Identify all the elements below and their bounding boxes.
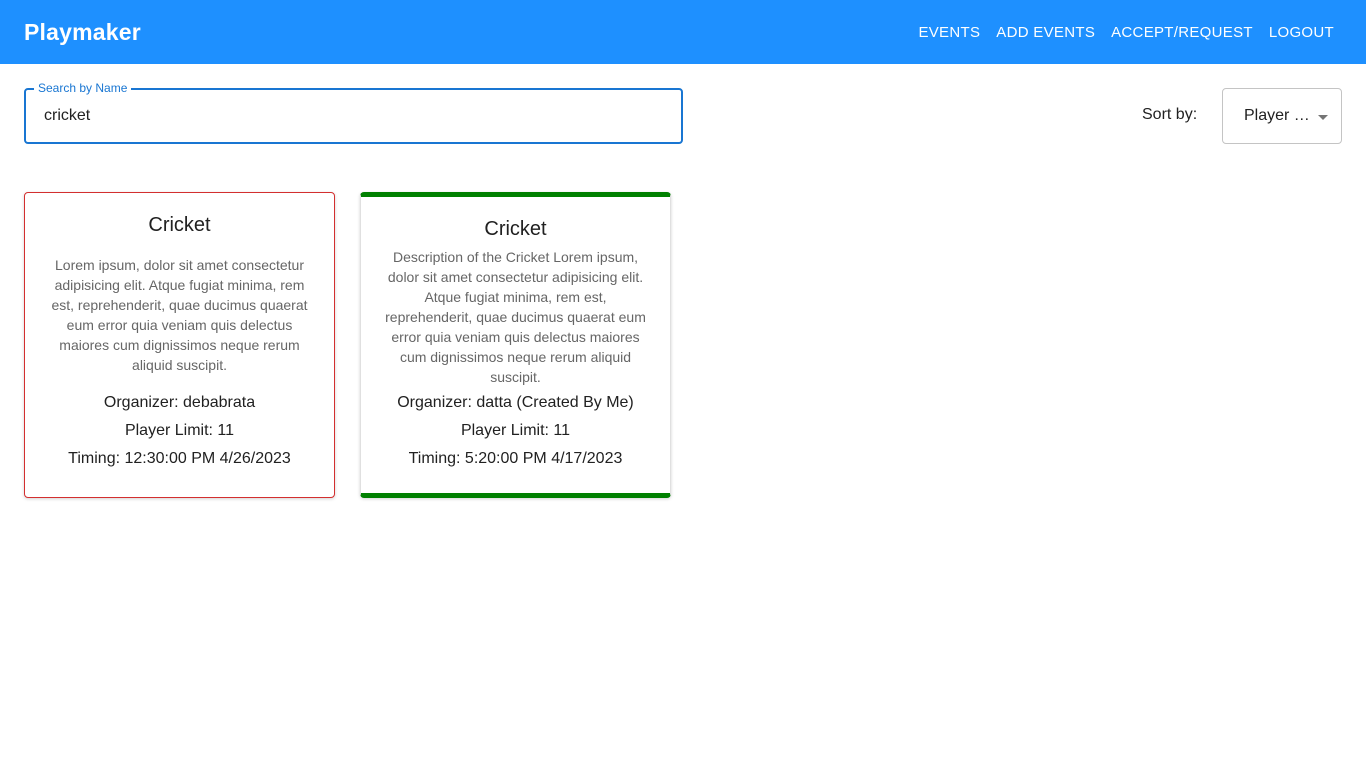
event-title: Cricket bbox=[148, 214, 211, 236]
nav-events[interactable]: EVENTS bbox=[910, 18, 988, 47]
nav-accept-request[interactable]: ACCEPT/REQUEST bbox=[1103, 18, 1261, 47]
event-timing: Timing: 12:30:00 PM 4/26/2023 bbox=[68, 450, 291, 467]
event-details: Organizer: datta (Created By Me) Player … bbox=[361, 389, 670, 473]
event-card[interactable]: Cricket Description of the Cricket Lorem… bbox=[360, 192, 671, 498]
event-player-limit: Player Limit: 11 bbox=[124, 422, 235, 439]
dropdown-arrow-icon bbox=[1318, 115, 1328, 120]
search-input[interactable] bbox=[44, 104, 644, 128]
search-field: Search by Name bbox=[24, 80, 683, 144]
search-label: Search by Name bbox=[34, 80, 132, 96]
event-description: Lorem ipsum, dolor sit amet consectetur … bbox=[51, 257, 308, 373]
event-timing: Timing: 5:20:00 PM 4/17/2023 bbox=[408, 450, 623, 467]
event-organizer: Organizer: datta (Created By Me) bbox=[397, 394, 634, 411]
app-title[interactable]: Playmaker bbox=[24, 19, 141, 46]
sort-select[interactable]: Player Limit bbox=[1222, 88, 1342, 144]
sort-label: Sort by: bbox=[1142, 106, 1198, 123]
sort-selected-value: Player Limit bbox=[1244, 107, 1310, 124]
nav-logout[interactable]: LOGOUT bbox=[1261, 18, 1342, 47]
event-card[interactable]: Cricket Lorem ipsum, dolor sit amet cons… bbox=[24, 192, 335, 498]
event-description: Description of the Cricket Lorem ipsum, … bbox=[385, 249, 646, 385]
event-player-limit: Player Limit: 11 bbox=[460, 422, 571, 439]
app-bar: Playmaker EVENTS ADD EVENTS ACCEPT/REQUE… bbox=[0, 0, 1366, 64]
event-title: Cricket bbox=[484, 218, 547, 240]
top-nav: EVENTS ADD EVENTS ACCEPT/REQUEST LOGOUT bbox=[910, 18, 1342, 47]
event-details: Organizer: debabrata Player Limit: 11 Ti… bbox=[25, 389, 334, 473]
event-organizer: Organizer: debabrata bbox=[103, 394, 256, 411]
nav-add-events[interactable]: ADD EVENTS bbox=[988, 18, 1103, 47]
